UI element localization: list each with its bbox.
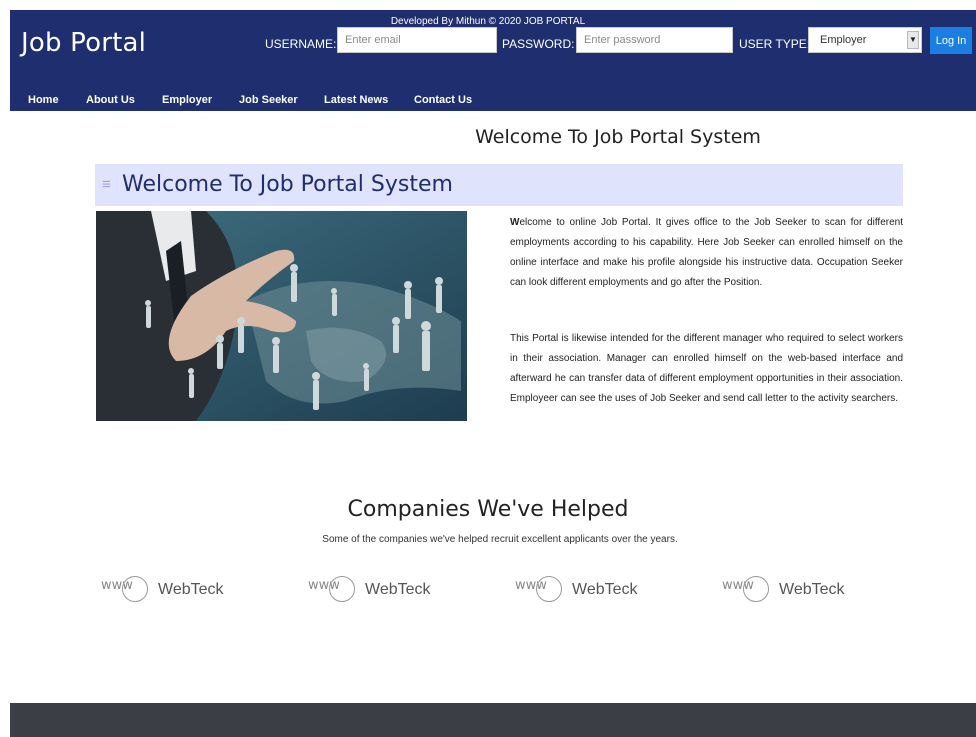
username-input[interactable] <box>337 27 497 53</box>
footer-text: Developed By Mithun © 2020 JOB PORTAL <box>390 16 586 27</box>
nav-item-latest-news[interactable]: Latest News <box>324 94 388 106</box>
nav-item-job-seeker[interactable]: Job Seeker <box>239 94 298 106</box>
login-button[interactable]: Log In <box>930 27 972 54</box>
nav-item-employer[interactable]: Employer <box>162 94 212 106</box>
companies-title: Companies We've Helped <box>347 497 629 522</box>
user-type-value: Employer <box>820 34 867 46</box>
menu-lines-icon: ≡ <box>102 176 111 193</box>
chevron-down-icon[interactable]: ▼ <box>907 31 919 49</box>
nav-item-home[interactable]: Home <box>28 94 59 106</box>
page-heading: Welcome To Job Portal System <box>0 126 976 148</box>
banner-title: Welcome To Job Portal System <box>122 172 453 197</box>
business-network-illustration <box>96 211 467 421</box>
company-name: WebTeck <box>779 581 845 598</box>
companies-subtitle: Some of the companies we've helped recru… <box>322 534 678 545</box>
password-input[interactable] <box>576 27 733 53</box>
site-logo[interactable]: Job Portal <box>21 28 146 58</box>
intro-paragraph-text: elcome to online Job Portal. It gives of… <box>510 217 903 288</box>
user-type-label: USER TYPE: <box>739 37 811 51</box>
password-label: PASSWORD: <box>502 37 575 51</box>
company-name: WebTeck <box>572 581 638 598</box>
company-logo: www WebTeck <box>308 576 468 602</box>
portal-paragraph: This Portal is likewise intended for the… <box>510 329 903 409</box>
circle-outline <box>743 576 769 602</box>
circle-outline <box>122 576 148 602</box>
hero-image <box>96 211 467 421</box>
nav-item-contact-us[interactable]: Contact Us <box>414 94 472 106</box>
company-name: WebTeck <box>365 581 431 598</box>
intro-paragraph: Welcome to online Job Portal. It gives o… <box>510 213 903 293</box>
username-label: USERNAME: <box>265 37 337 51</box>
nav-item-about-us[interactable]: About Us <box>86 94 135 106</box>
company-logo: www WebTeck <box>515 576 675 602</box>
footer <box>10 703 976 737</box>
circle-outline <box>536 576 562 602</box>
page-heading-text: Welcome To Job Portal System <box>475 126 761 148</box>
circle-outline <box>329 576 355 602</box>
company-logo: www WebTeck <box>722 576 882 602</box>
main-nav: Home About Us Employer Job Seeker Latest… <box>10 83 490 111</box>
company-logo: www WebTeck <box>101 576 261 602</box>
company-name: WebTeck <box>158 581 224 598</box>
welcome-banner: ≡ Welcome To Job Portal System <box>95 164 903 206</box>
user-type-select[interactable]: Employer ▼ <box>808 27 922 53</box>
portal-paragraph-text: This Portal is likewise intended for the… <box>510 333 903 404</box>
